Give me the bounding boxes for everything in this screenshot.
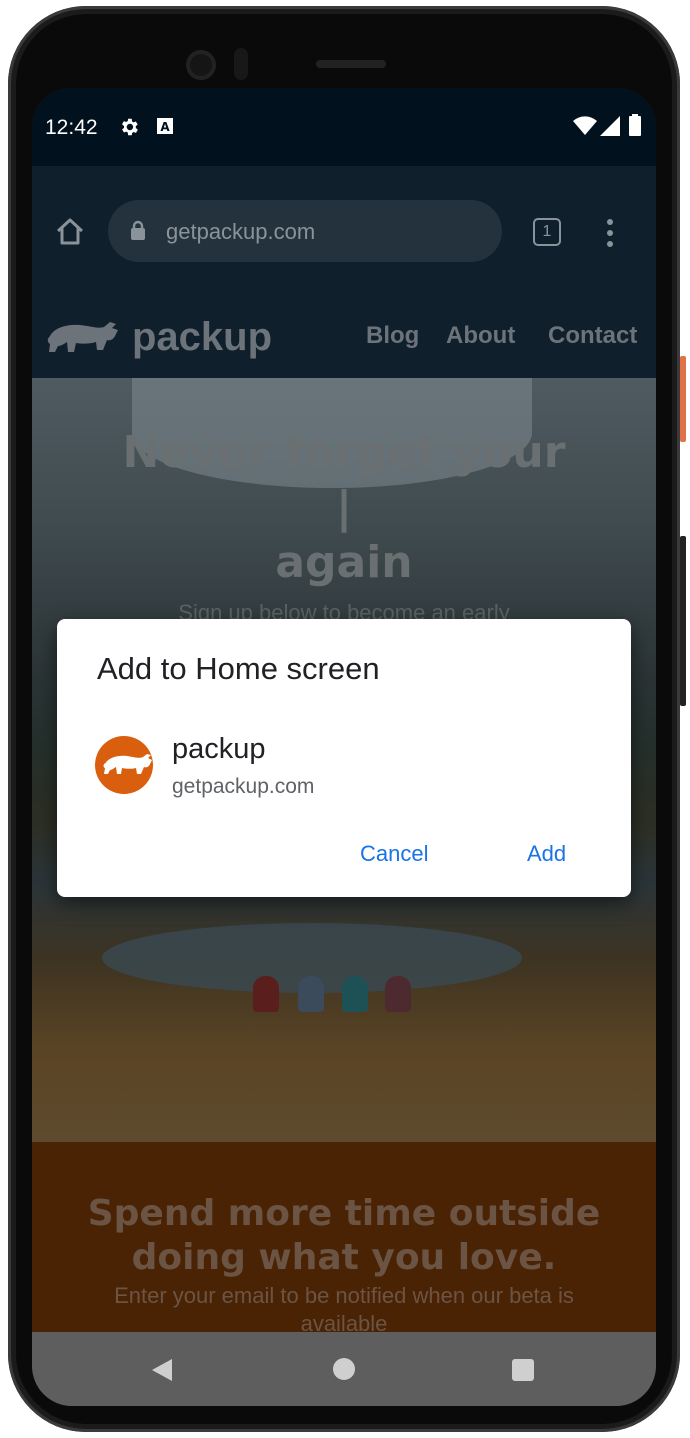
yak-logo-icon[interactable] — [44, 318, 122, 362]
menu-icon[interactable] — [606, 218, 614, 248]
earpiece-speaker — [316, 60, 386, 68]
app-name[interactable]: packup — [172, 733, 266, 766]
promo-title-line1: Spend more time outside — [87, 1193, 601, 1234]
status-bar: 12:42 A — [32, 88, 656, 166]
battery-icon — [629, 114, 641, 136]
promo-subtitle-line1: Enter your email to be notified when our… — [114, 1283, 574, 1308]
add-to-home-dialog: Add to Home screen packup getpackup.com … — [57, 619, 631, 897]
nav-blog[interactable]: Blog — [366, 322, 419, 350]
status-time: 12:42 — [45, 116, 98, 139]
promo-title-line2: doing what you love. — [131, 1237, 557, 1278]
hiker — [385, 976, 411, 1012]
promo-section: Spend more time outside doing what you l… — [32, 1142, 656, 1336]
hero-title-line1: Never forget your — [122, 427, 566, 478]
hiker — [253, 976, 279, 1012]
settings-icon — [122, 118, 138, 136]
back-icon[interactable] — [150, 1358, 174, 1382]
yak-logo-icon — [103, 754, 152, 774]
brand-name[interactable]: packup — [132, 315, 272, 360]
power-button — [680, 356, 686, 442]
nav-about[interactable]: About — [446, 322, 515, 350]
recents-icon[interactable] — [512, 1359, 534, 1381]
nav-contact[interactable]: Contact — [548, 322, 637, 350]
home-nav-icon[interactable] — [333, 1358, 355, 1380]
wifi-icon — [573, 116, 597, 135]
front-camera — [186, 50, 216, 80]
address-bar[interactable]: getpackup.com — [108, 200, 502, 262]
font-icon: A — [157, 118, 173, 134]
hero-title-line2: again — [275, 537, 413, 588]
hiker — [342, 976, 368, 1012]
site-header: packup Blog About Contact — [32, 300, 656, 378]
android-nav-bar — [32, 1332, 656, 1406]
proximity-sensor — [234, 48, 248, 80]
app-url: getpackup.com — [172, 775, 315, 798]
phone-screen: 12:42 A getpackup.com 1 packup Blog Abou… — [32, 88, 656, 1406]
url-text: getpackup.com — [166, 219, 316, 244]
tabs-icon[interactable]: 1 — [533, 218, 561, 246]
browser-toolbar: getpackup.com 1 — [32, 166, 656, 300]
dialog-title: Add to Home screen — [97, 651, 380, 686]
volume-button — [680, 536, 686, 706]
svg-text:A: A — [160, 120, 170, 134]
lock-icon — [131, 220, 145, 240]
hiker — [298, 976, 324, 1012]
hero-title-cursor: | — [335, 482, 353, 533]
app-icon — [95, 736, 153, 794]
signal-icon — [600, 116, 620, 136]
cancel-button[interactable]: Cancel — [360, 841, 428, 867]
add-button[interactable]: Add — [527, 841, 566, 867]
home-icon[interactable] — [54, 216, 86, 248]
